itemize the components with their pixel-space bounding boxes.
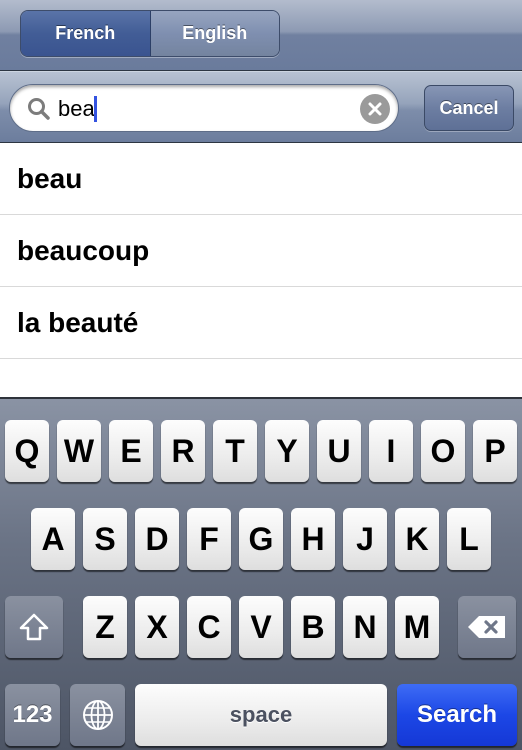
shift-key[interactable] xyxy=(5,596,63,658)
result-item[interactable]: beaucoup xyxy=(0,215,522,287)
key-u[interactable]: U xyxy=(317,420,361,482)
backspace-icon xyxy=(468,616,505,638)
result-item[interactable]: beau xyxy=(0,143,522,215)
space-key[interactable]: space xyxy=(135,684,387,746)
key-p[interactable]: P xyxy=(473,420,517,482)
key-c[interactable]: C xyxy=(187,596,231,658)
search-query: bea xyxy=(58,96,95,121)
numbers-key[interactable]: 123 xyxy=(5,684,60,746)
key-r[interactable]: R xyxy=(161,420,205,482)
key-q[interactable]: Q xyxy=(5,420,49,482)
text-caret xyxy=(93,96,97,122)
key-k[interactable]: K xyxy=(395,508,439,570)
key-a[interactable]: A xyxy=(31,508,75,570)
key-s[interactable]: S xyxy=(83,508,127,570)
key-g[interactable]: G xyxy=(239,508,283,570)
key-o[interactable]: O xyxy=(421,420,465,482)
result-item[interactable]: la beauté xyxy=(0,287,522,359)
key-e[interactable]: E xyxy=(109,420,153,482)
key-l[interactable]: L xyxy=(447,508,491,570)
key-t[interactable]: T xyxy=(213,420,257,482)
key-v[interactable]: V xyxy=(239,596,283,658)
key-z[interactable]: Z xyxy=(83,596,127,658)
key-j[interactable]: J xyxy=(343,508,387,570)
segment-english[interactable]: English xyxy=(150,11,279,56)
clear-search-button[interactable] xyxy=(360,94,390,124)
shift-arrow-icon xyxy=(19,613,49,641)
globe-key[interactable] xyxy=(70,684,125,746)
results-list: beau beaucoup la beauté xyxy=(0,143,522,397)
key-h[interactable]: H xyxy=(291,508,335,570)
search-bar: bea Cancel xyxy=(0,71,522,143)
key-i[interactable]: I xyxy=(369,420,413,482)
key-y[interactable]: Y xyxy=(265,420,309,482)
search-key[interactable]: Search xyxy=(397,684,517,746)
search-input[interactable]: bea xyxy=(9,84,399,132)
language-toolbar: French English xyxy=(0,0,522,71)
key-x[interactable]: X xyxy=(135,596,179,658)
search-text-wrapper: bea xyxy=(58,96,97,122)
on-screen-keyboard: Q W E R T Y U I O P A S D F G H J K L Z … xyxy=(0,397,522,750)
key-w[interactable]: W xyxy=(57,420,101,482)
key-d[interactable]: D xyxy=(135,508,179,570)
cancel-button[interactable]: Cancel xyxy=(424,85,514,131)
key-n[interactable]: N xyxy=(343,596,387,658)
clear-x-icon xyxy=(368,102,382,116)
key-b[interactable]: B xyxy=(291,596,335,658)
search-icon xyxy=(28,98,50,120)
globe-icon xyxy=(82,700,113,730)
backspace-key[interactable] xyxy=(458,596,516,658)
key-m[interactable]: M xyxy=(395,596,439,658)
key-f[interactable]: F xyxy=(187,508,231,570)
language-segmented-control: French English xyxy=(20,10,280,57)
segment-french[interactable]: French xyxy=(21,11,151,56)
